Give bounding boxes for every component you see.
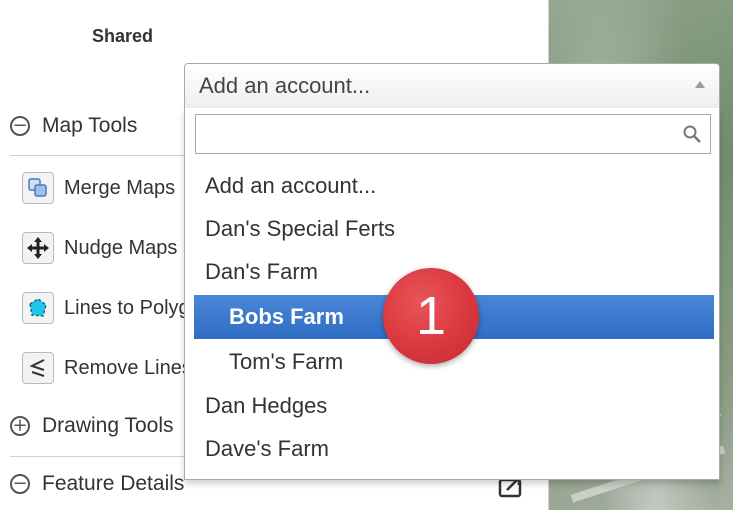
tool-label: Nudge Maps: [64, 236, 178, 259]
merge-maps-icon: [22, 172, 54, 204]
account-select-value: Add an account...: [199, 73, 371, 98]
expand-icon: +: [10, 416, 30, 436]
shared-label: Shared: [92, 26, 154, 46]
option-dans-special-ferts[interactable]: Dan's Special Ferts: [185, 207, 719, 251]
nudge-maps-tool[interactable]: Nudge Maps: [22, 232, 177, 264]
drawing-tools-label: Drawing Tools: [42, 414, 174, 437]
collapse-icon: −: [10, 116, 30, 136]
remove-lines-tool[interactable]: Remove Lines: [22, 352, 192, 384]
step-callout-badge: 1: [383, 268, 479, 364]
option-add-account[interactable]: Add an account...: [185, 164, 719, 208]
account-select[interactable]: Add an account...: [184, 63, 720, 109]
tool-label: Merge Maps: [64, 176, 176, 199]
account-search-box: [195, 114, 711, 154]
account-search-input[interactable]: [202, 116, 676, 154]
feature-details-label: Feature Details: [42, 472, 185, 495]
tool-label: Remove Lines: [64, 356, 192, 379]
collapse-icon: −: [10, 474, 30, 494]
map-tools-label: Map Tools: [42, 114, 138, 137]
option-dan-hedges[interactable]: Dan Hedges: [185, 384, 719, 428]
search-icon: [683, 125, 701, 143]
merge-maps-tool[interactable]: Merge Maps: [22, 172, 175, 204]
dropdown-arrow-icon: [695, 81, 705, 88]
remove-lines-icon: [22, 352, 54, 384]
nudge-icon: [22, 232, 54, 264]
option-daves-farm[interactable]: Dave's Farm: [185, 427, 719, 471]
lines-to-polygons-icon: [22, 292, 54, 324]
